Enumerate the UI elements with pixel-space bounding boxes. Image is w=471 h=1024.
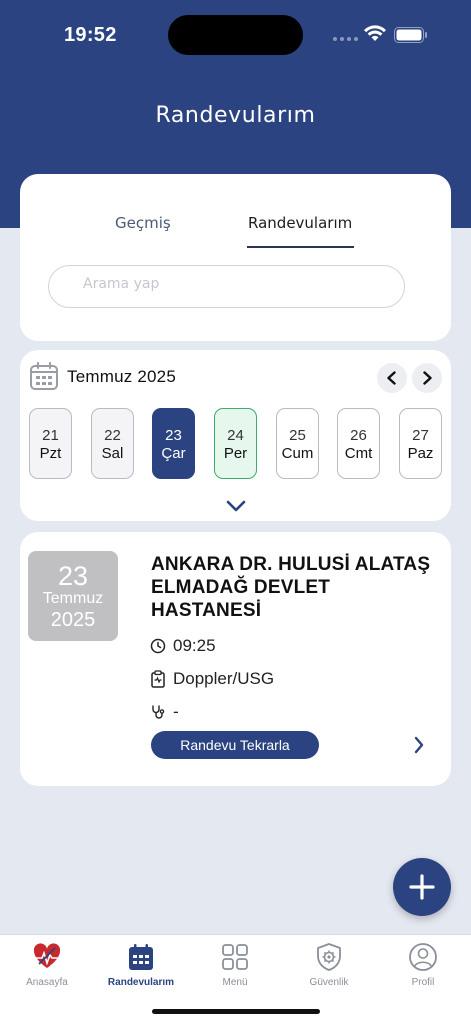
nav-label: Anasayfa — [26, 977, 68, 988]
tabs-card: Geçmiş Randevularım — [20, 174, 451, 341]
chevron-left-icon — [387, 371, 396, 385]
active-tab-indicator — [247, 246, 354, 248]
day-name: Cmt — [344, 445, 373, 462]
wifi-icon — [364, 25, 386, 41]
day-name: Cum — [281, 445, 314, 462]
cellular-signal-icon — [333, 37, 358, 41]
appointment-time: 09:25 — [173, 636, 216, 655]
day-name: Per — [223, 445, 248, 462]
search-box[interactable] — [48, 265, 405, 308]
day-number: 23 — [165, 427, 182, 444]
calendar-icon — [30, 362, 58, 390]
calendar-card: Temmuz 2025 21 Pzt 22 Sal 23 Çar 24 Per … — [20, 350, 451, 521]
nav-label: Güvenlik — [309, 977, 349, 988]
day-cell-today[interactable]: 24 Per — [214, 408, 257, 479]
nav-label: Menü — [222, 977, 248, 988]
appointment-department: Doppler/USG — [173, 669, 275, 688]
appointment-doctor-row: - — [150, 702, 179, 722]
nav-item-security[interactable]: Güvenlik — [289, 941, 369, 988]
nav-item-home[interactable]: Anasayfa — [7, 941, 87, 988]
grid-icon — [222, 944, 248, 970]
chevron-down-icon[interactable] — [226, 500, 246, 512]
day-cell[interactable]: 22 Sal — [91, 408, 134, 479]
appointment-time-row: 09:25 — [150, 636, 216, 656]
status-time: 19:52 — [64, 24, 117, 46]
repeat-appointment-button[interactable]: Randevu Tekrarla — [151, 731, 319, 759]
day-number: 21 — [42, 427, 59, 444]
hospital-name: ANKARA DR. HULUSİ ALATAŞ ELMADAĞ DEVLET … — [151, 554, 431, 621]
clock-icon — [150, 638, 166, 654]
day-number: 26 — [350, 427, 367, 444]
battery-icon — [394, 27, 427, 43]
tab-my-appointments[interactable]: Randevularım — [248, 214, 352, 232]
day-cell[interactable]: 25 Cum — [276, 408, 319, 479]
day-name: Sal — [101, 445, 124, 462]
appointment-day: 23 — [57, 561, 89, 591]
appointment-department-row: Doppler/USG — [150, 669, 274, 689]
nav-label: Profil — [411, 977, 435, 988]
day-cell-selected[interactable]: 23 Çar — [152, 408, 195, 479]
previous-week-button[interactable] — [377, 363, 407, 393]
user-icon — [409, 943, 437, 971]
day-cell[interactable]: 26 Cmt — [337, 408, 380, 479]
plus-icon — [409, 874, 435, 900]
chevron-right-icon — [423, 371, 432, 385]
stethoscope-icon — [152, 705, 165, 719]
appointment-date-badge: 23 Temmuz 2025 — [28, 551, 118, 641]
dynamic-island — [168, 15, 303, 55]
home-indicator — [152, 1009, 320, 1014]
appointment-doctor: - — [173, 702, 179, 721]
day-number: 25 — [289, 427, 306, 444]
nav-item-appointments[interactable]: Randevularım — [101, 941, 181, 988]
day-name: Çar — [161, 445, 186, 462]
day-number: 27 — [412, 427, 429, 444]
nav-label: Randevularım — [107, 977, 175, 988]
heart-logo-icon — [33, 943, 61, 968]
day-name: Pzt — [39, 445, 62, 462]
next-week-button[interactable] — [412, 363, 442, 393]
status-bar: 19:52 — [0, 0, 471, 70]
day-name: Paz — [407, 445, 434, 462]
appointment-month: Temmuz — [42, 590, 104, 607]
page-title: Randevularım — [155, 103, 316, 128]
tab-past[interactable]: Geçmiş — [115, 214, 171, 232]
day-cell[interactable]: 21 Pzt — [29, 408, 72, 479]
day-number: 22 — [104, 427, 121, 444]
nav-item-profile[interactable]: Profil — [383, 941, 463, 988]
appointment-year: 2025 — [50, 609, 96, 631]
day-number: 24 — [227, 427, 244, 444]
appointment-card[interactable]: 23 Temmuz 2025 ANKARA DR. HULUSİ ALATAŞ … — [20, 532, 451, 786]
calendar-icon — [129, 944, 153, 970]
nav-item-menu[interactable]: Menü — [195, 941, 275, 988]
search-input[interactable] — [83, 276, 383, 292]
clipboard-icon — [151, 670, 165, 688]
shield-gear-icon — [317, 943, 341, 971]
day-cell[interactable]: 27 Paz — [399, 408, 442, 479]
month-label: Temmuz 2025 — [67, 367, 176, 386]
add-appointment-button[interactable] — [393, 858, 451, 916]
chevron-right-icon[interactable] — [413, 736, 425, 754]
